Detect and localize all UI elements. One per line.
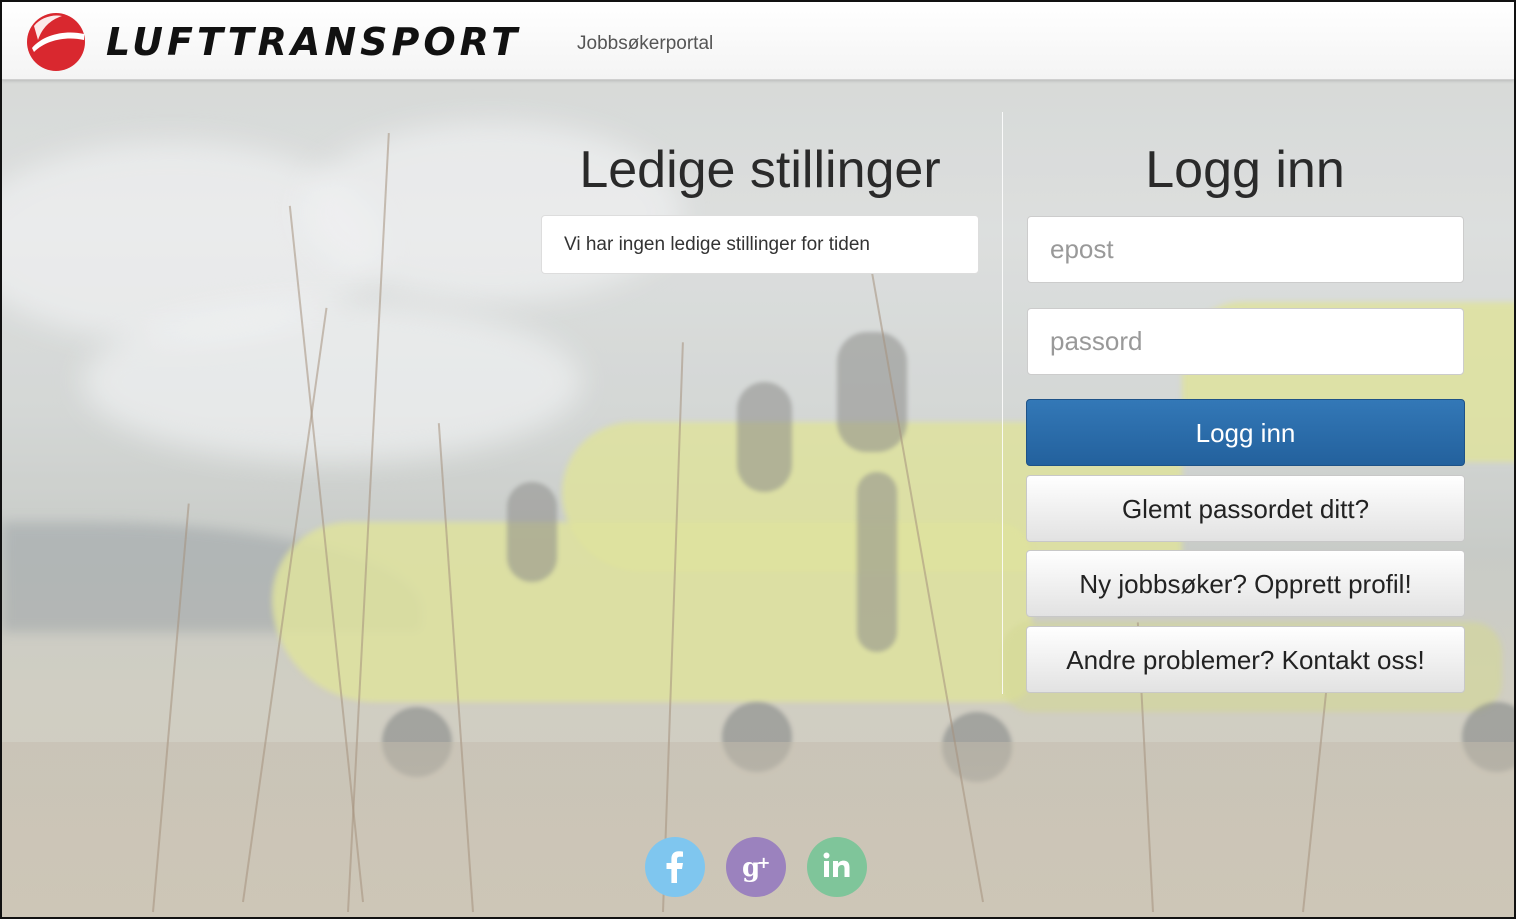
linkedin-link[interactable]: [807, 837, 867, 897]
google-plus-icon: g +: [742, 853, 770, 883]
google-plus-link[interactable]: g +: [726, 837, 786, 897]
contact-us-button[interactable]: Andre problemer? Kontakt oss!: [1026, 626, 1465, 693]
column-divider: [1002, 112, 1003, 694]
create-profile-button[interactable]: Ny jobbsøker? Opprett profil!: [1026, 550, 1465, 617]
linkedin-icon: [823, 852, 850, 877]
jobs-empty-message: Vi har ingen ledige stillinger for tiden: [541, 215, 979, 274]
login-title: Logg inn: [1145, 141, 1345, 199]
portal-label: Jobbsøkerportal: [577, 33, 714, 54]
facebook-link[interactable]: [645, 837, 705, 897]
page: LUFTTRANSPORT Jobbsøkerportal Ledige sti…: [0, 0, 1516, 919]
facebook-icon: [666, 851, 683, 883]
jobs-title: Ledige stillinger: [579, 141, 941, 199]
email-input[interactable]: [1027, 216, 1464, 283]
login-button[interactable]: Logg inn: [1026, 399, 1465, 466]
password-input[interactable]: [1027, 308, 1464, 375]
brand-name[interactable]: LUFTTRANSPORT: [106, 20, 521, 64]
lufttransport-logo-icon[interactable]: [26, 12, 86, 72]
forgot-password-button[interactable]: Glemt passordet ditt?: [1026, 475, 1465, 542]
top-navbar: LUFTTRANSPORT Jobbsøkerportal: [2, 2, 1514, 80]
svg-text:+: +: [757, 853, 770, 872]
